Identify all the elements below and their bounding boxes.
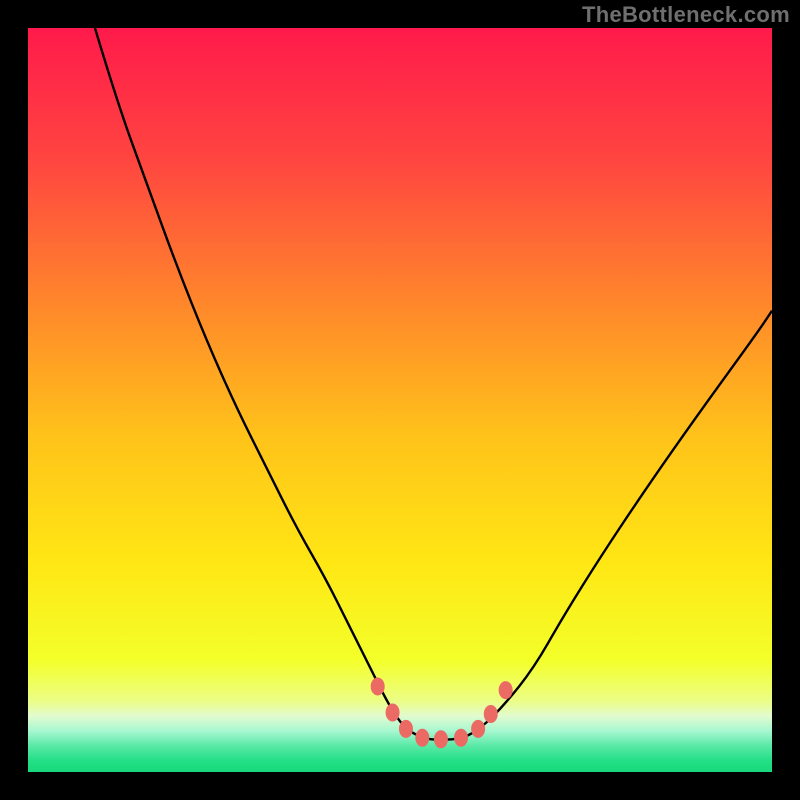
chart-svg <box>28 28 772 772</box>
curve-marker <box>415 729 429 747</box>
curve-marker <box>434 730 448 748</box>
curve-marker <box>471 720 485 738</box>
chart-plot-area <box>28 28 772 772</box>
chart-background <box>28 28 772 772</box>
outer-frame: TheBottleneck.com <box>0 0 800 800</box>
curve-marker <box>399 720 413 738</box>
curve-marker <box>499 681 513 699</box>
curve-marker <box>371 677 385 695</box>
watermark-text: TheBottleneck.com <box>582 2 790 28</box>
curve-marker <box>484 705 498 723</box>
curve-marker <box>386 703 400 721</box>
curve-marker <box>454 729 468 747</box>
